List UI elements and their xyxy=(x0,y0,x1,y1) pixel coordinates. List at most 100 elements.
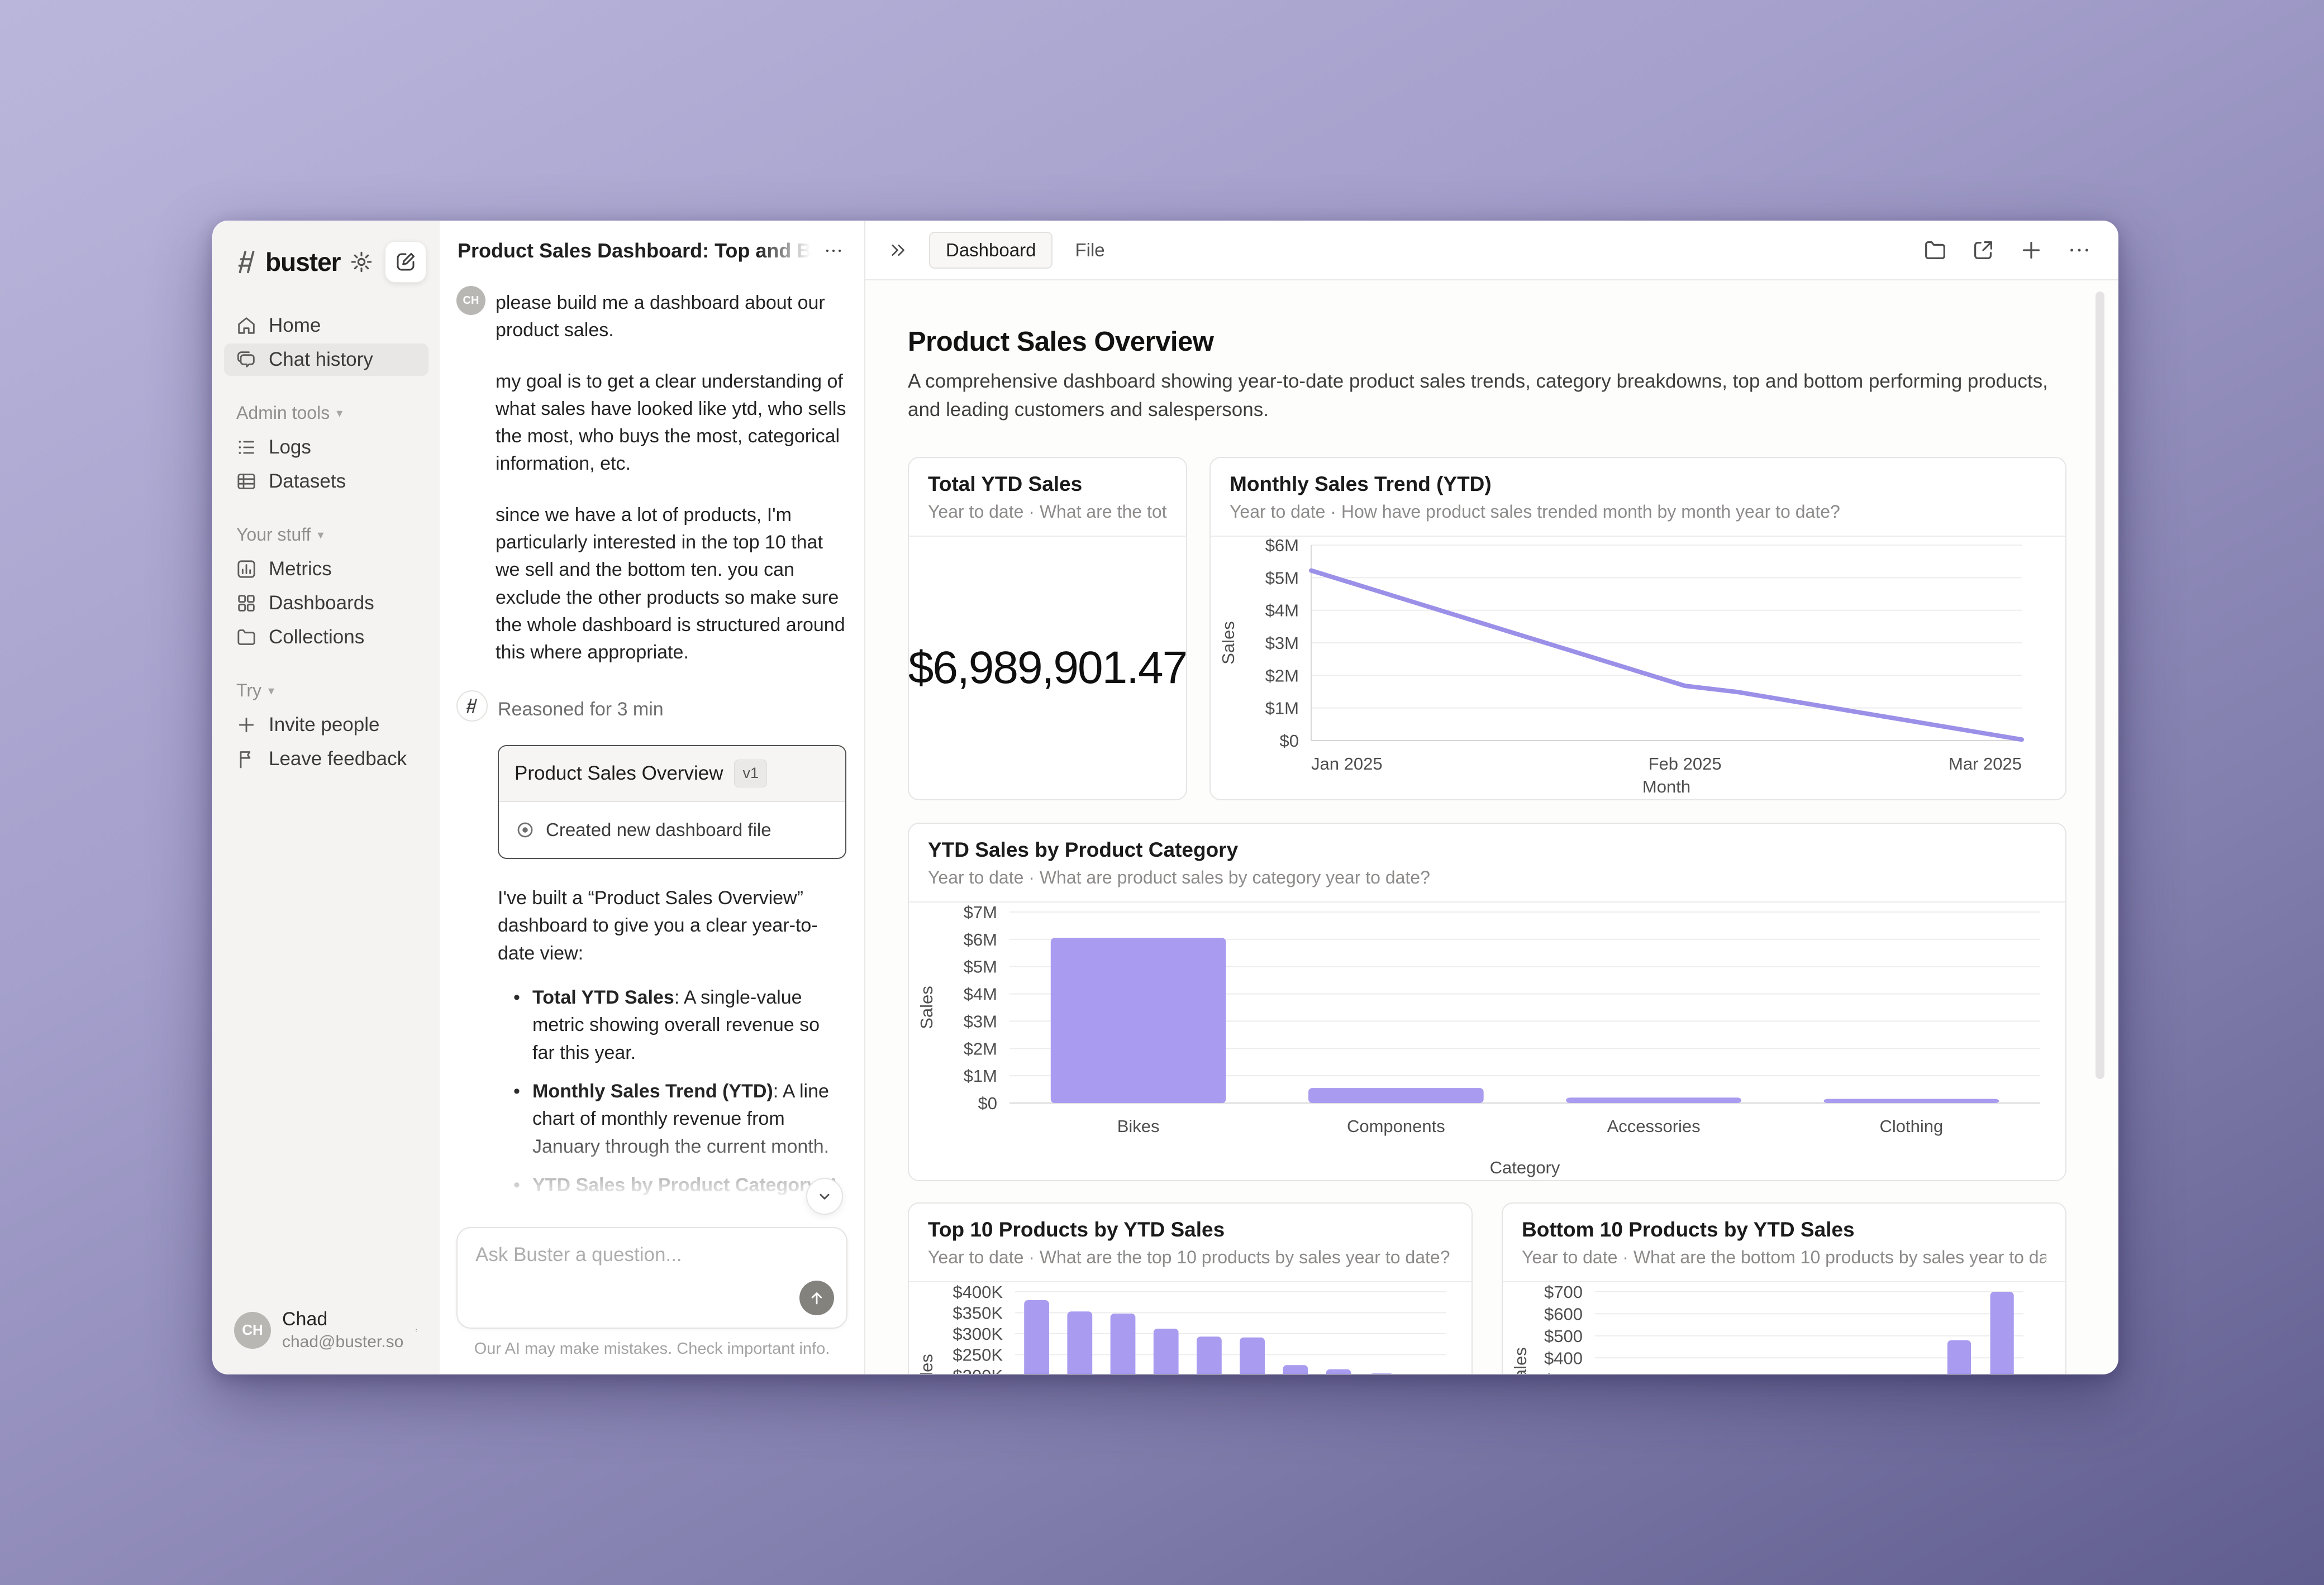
folder-icon[interactable] xyxy=(1922,237,1948,263)
svg-text:$3M: $3M xyxy=(964,1011,997,1031)
svg-text:$400: $400 xyxy=(1544,1348,1583,1368)
tab-dashboard[interactable]: Dashboard xyxy=(929,232,1053,269)
assistant-message: Reasoned for 3 min Product Sales Overvie… xyxy=(456,690,846,1223)
svg-text:$300: $300 xyxy=(1544,1370,1583,1374)
response-intro: I've built a “Product Sales Overview” da… xyxy=(498,885,846,967)
svg-text:$350K: $350K xyxy=(953,1303,1003,1323)
more-options-icon[interactable] xyxy=(2066,237,2092,263)
page-title: Product Sales Overview xyxy=(908,326,2066,357)
svg-text:Accessories: Accessories xyxy=(1607,1116,1701,1136)
sidebar-item-label: Logs xyxy=(269,436,311,459)
chat-input-box xyxy=(456,1227,847,1329)
avatar: CH xyxy=(456,286,485,315)
chat-header: Product Sales Dashboard: Top and Bottom … xyxy=(440,221,864,273)
chat-messages[interactable]: CH please build me a dashboard about our… xyxy=(440,273,864,1223)
card-subtitle: Year to date · What are the bottom 10 pr… xyxy=(1522,1247,2046,1268)
sidebar-item-metrics[interactable]: Metrics xyxy=(224,553,428,585)
chat-history-icon xyxy=(235,348,258,371)
chat-panel: Product Sales Dashboard: Top and Bottom … xyxy=(440,221,865,1374)
ai-disclaimer: Our AI may make mistakes. Check importan… xyxy=(456,1340,847,1358)
sidebar-item-home[interactable]: Home xyxy=(224,309,428,342)
svg-text:$2M: $2M xyxy=(964,1039,997,1058)
sidebar-item-collections[interactable]: Collections xyxy=(224,621,428,653)
sidebar-item-datasets[interactable]: Datasets xyxy=(224,465,428,498)
svg-text:Jan 2025: Jan 2025 xyxy=(1311,754,1383,774)
monthly-sales-trend-card[interactable]: Monthly Sales Trend (YTD) Year to date ·… xyxy=(1209,457,2066,800)
chat-input[interactable] xyxy=(458,1228,846,1328)
svg-text:$600: $600 xyxy=(1544,1304,1583,1324)
avatar: CH xyxy=(234,1312,271,1349)
buster-logo: buster xyxy=(234,247,341,277)
sidebar-item-label: Invite people xyxy=(269,714,379,736)
add-icon[interactable] xyxy=(2018,237,2044,263)
collapse-panel-icon[interactable] xyxy=(888,238,912,262)
dashboard-scrollbar[interactable] xyxy=(2096,292,2104,1079)
sidebar-section-admin-tools[interactable]: Admin tools ▾ xyxy=(236,403,416,423)
sidebar-section-your-stuff[interactable]: Your stuff ▾ xyxy=(236,524,416,545)
sidebar-item-label: Dashboards xyxy=(269,592,374,614)
bottom10-products-card[interactable]: Bottom 10 Products by YTD Sales Year to … xyxy=(1502,1202,2066,1374)
more-options-icon[interactable] xyxy=(820,237,847,265)
home-icon xyxy=(235,314,258,337)
new-chat-button[interactable] xyxy=(385,241,426,283)
sidebar-item-dashboards[interactable]: Dashboards xyxy=(224,587,428,619)
sidebar-item-label: Datasets xyxy=(269,470,346,493)
chevrons-updown-icon xyxy=(415,1321,418,1340)
send-button[interactable] xyxy=(799,1281,834,1315)
card-title: Top 10 Products by YTD Sales xyxy=(928,1218,1452,1242)
sidebar-item-invite-people[interactable]: Invite people xyxy=(224,709,428,741)
chat-input-area: Our AI may make mistakes. Check importan… xyxy=(440,1223,864,1374)
settings-gear-icon[interactable] xyxy=(347,247,376,276)
response-bullet-list: Total YTD Sales: A single-value metric s… xyxy=(498,984,846,1223)
dashboard-tabs: Dashboard File xyxy=(929,232,1122,269)
reasoning-label[interactable]: Reasoned for 3 min xyxy=(498,694,846,725)
svg-text:$4M: $4M xyxy=(964,984,997,1004)
line-chart: $0$1M$2M$3M$4M$5M$6MJan 2025Feb 2025Mar … xyxy=(1211,538,2065,800)
total-ytd-sales-card[interactable]: Total YTD Sales Year to date · What are … xyxy=(908,457,1187,800)
svg-text:Category: Category xyxy=(1490,1158,1560,1177)
sidebar-item-label: Metrics xyxy=(269,558,332,580)
status-radio-icon xyxy=(515,819,536,841)
svg-text:$250K: $250K xyxy=(953,1345,1003,1364)
sidebar-item-chat-history[interactable]: Chat history xyxy=(224,343,428,376)
logo-text: buster xyxy=(265,247,341,277)
svg-text:Sales: Sales xyxy=(917,1354,936,1374)
page-subtitle: A comprehensive dashboard showing year-t… xyxy=(908,367,2066,424)
sidebar-section-try[interactable]: Try ▾ xyxy=(236,680,416,701)
chat-title: Product Sales Dashboard: Top and Bottom … xyxy=(458,239,820,262)
metric-value: $6,989,901.47 xyxy=(909,537,1186,799)
dashboard-file-card[interactable]: Product Sales Overview v1 Created new da… xyxy=(498,745,846,860)
message-paragraph: my goal is to get a clear understanding … xyxy=(496,368,846,478)
file-card-status: Created new dashboard file xyxy=(546,817,772,843)
svg-text:Feb 2025: Feb 2025 xyxy=(1649,754,1722,774)
user-profile[interactable]: CH Chad chad@buster.so xyxy=(213,1309,440,1352)
dashboard-content[interactable]: Product Sales Overview A comprehensive d… xyxy=(865,280,2118,1374)
plus-icon xyxy=(235,714,258,736)
bar-chart: $0$1M$2M$3M$4M$5M$6M$7MBikesComponentsAc… xyxy=(909,904,2065,1181)
svg-text:$0: $0 xyxy=(978,1094,997,1113)
dashboard-header: Dashboard File xyxy=(865,221,2118,280)
svg-text:$2M: $2M xyxy=(1265,666,1299,685)
bar-chart: $0$100$200$300$400$500$600$700Sales xyxy=(1503,1284,2065,1374)
profile-name: Chad xyxy=(282,1309,403,1330)
user-message: CH please build me a dashboard about our… xyxy=(456,286,846,690)
sidebar-item-leave-feedback[interactable]: Leave feedback xyxy=(224,743,428,775)
app-window: buster Home xyxy=(212,221,2118,1374)
svg-text:$3M: $3M xyxy=(1265,633,1299,653)
sidebar-item-logs[interactable]: Logs xyxy=(224,431,428,464)
scroll-to-bottom-button[interactable] xyxy=(806,1178,843,1215)
file-card-title: Product Sales Overview xyxy=(515,760,723,788)
sidebar-item-label: Collections xyxy=(269,626,364,648)
svg-text:$6M: $6M xyxy=(964,929,997,949)
svg-text:Clothing: Clothing xyxy=(1880,1116,1944,1136)
tab-file[interactable]: File xyxy=(1058,232,1121,269)
chevron-down-icon: ▾ xyxy=(268,684,274,698)
dashboards-icon xyxy=(235,592,258,614)
top10-products-card[interactable]: Top 10 Products by YTD Sales Year to dat… xyxy=(908,1202,1473,1374)
category-sales-card[interactable]: YTD Sales by Product Category Year to da… xyxy=(908,823,2066,1181)
flag-icon xyxy=(235,748,258,770)
chevron-down-icon: ▾ xyxy=(317,528,323,542)
share-icon[interactable] xyxy=(1970,237,1996,263)
svg-text:$1M: $1M xyxy=(964,1066,997,1086)
svg-text:$1M: $1M xyxy=(1265,698,1299,718)
